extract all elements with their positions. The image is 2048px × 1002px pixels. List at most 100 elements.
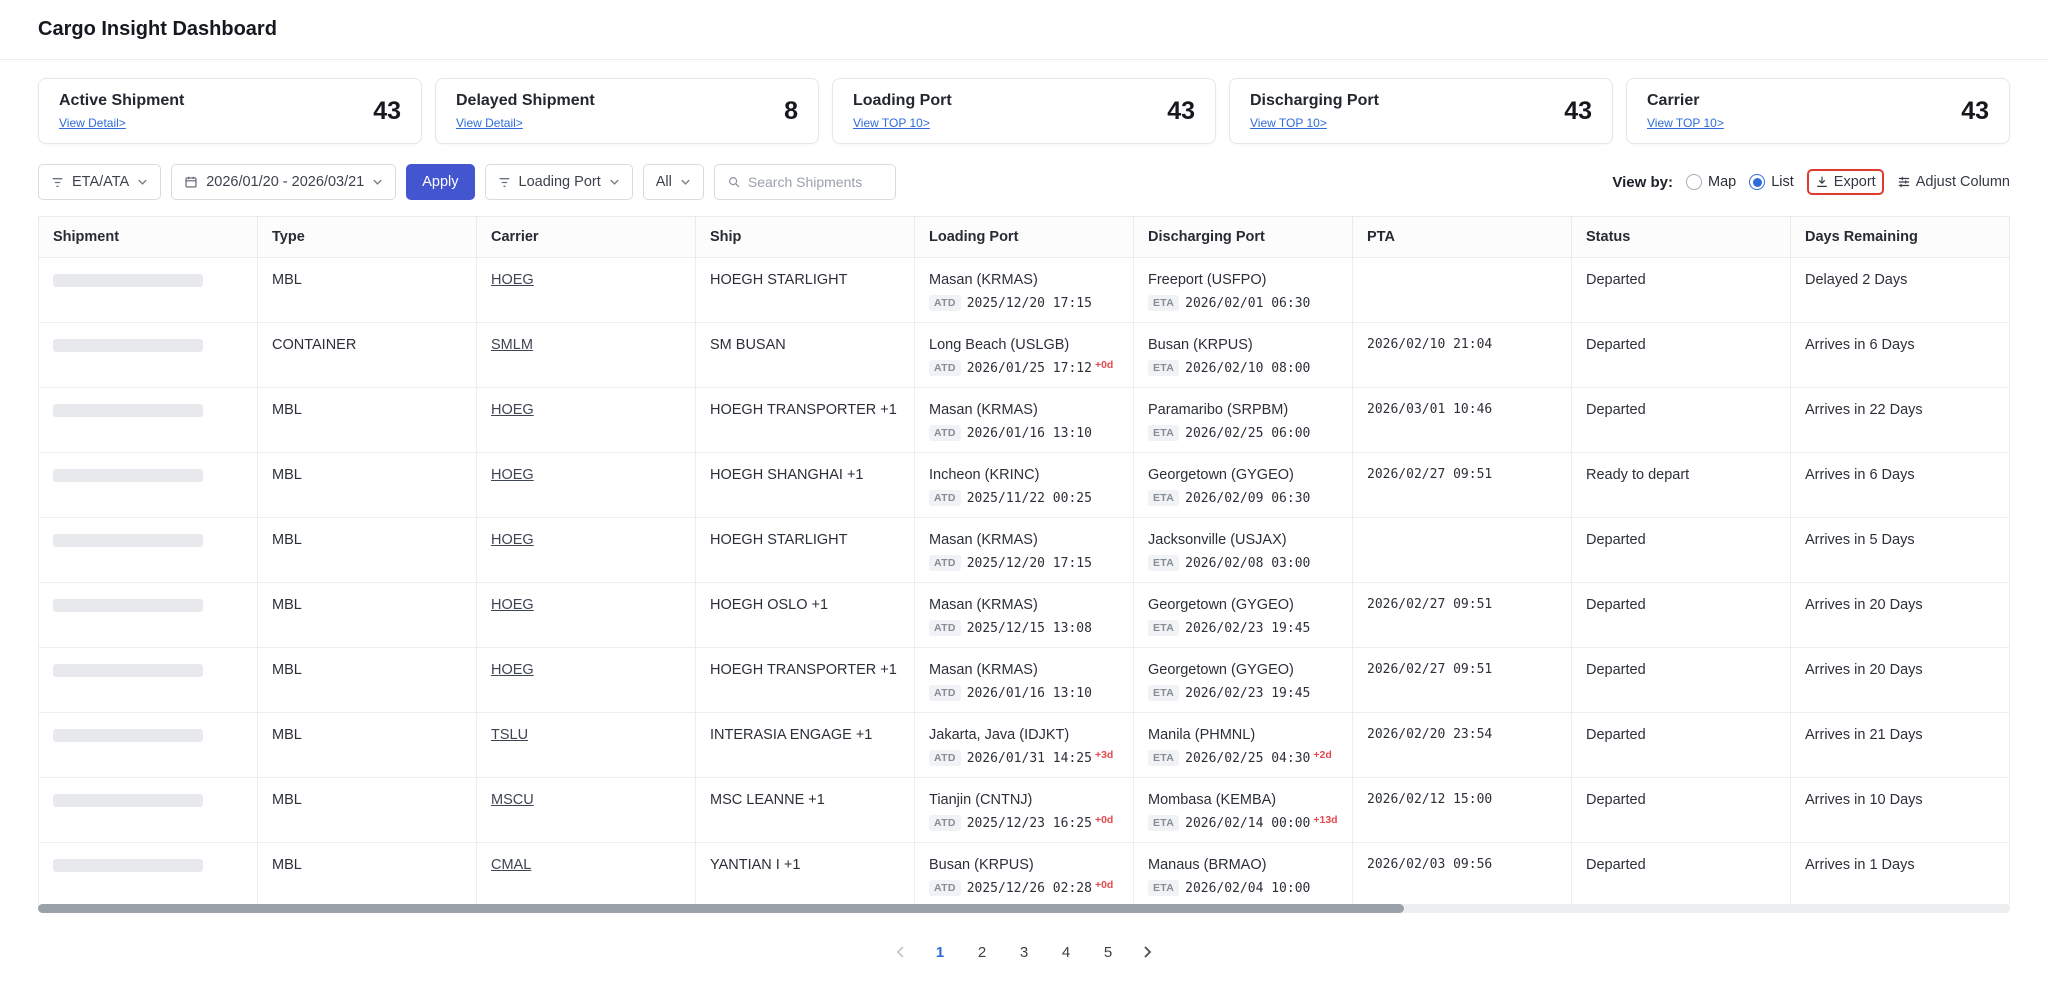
column-header-days-remaining: Days Remaining [1790, 216, 2010, 258]
table-row[interactable]: CONTAINER SMLM SM BUSAN Long Beach (USLG… [38, 322, 2010, 388]
table-row[interactable]: MBL CMAL YANTIAN I +1 Busan (KRPUS) ATD 2… [38, 842, 2010, 908]
carrier-link[interactable]: HOEG [491, 272, 534, 288]
loading-port-cell: Masan (KRMAS) ATD 2026/01/16 13:10 [914, 387, 1134, 453]
days-remaining-cell: Arrives in 21 Days [1790, 712, 2010, 778]
loading-port-name: Masan (KRMAS) [929, 597, 1038, 613]
ship-cell: INTERASIA ENGAGE +1 [695, 712, 915, 778]
loading-delay: +0d [1094, 879, 1114, 891]
shipment-placeholder [53, 859, 203, 872]
view-detail-link[interactable]: View Detail> [456, 116, 523, 130]
previous-page-button[interactable] [885, 935, 915, 969]
pta-cell: 2026/02/20 23:54 [1352, 712, 1572, 778]
table-row[interactable]: MBL HOEG HOEGH SHANGHAI +1 Incheon (KRIN… [38, 452, 2010, 518]
shipment-placeholder [53, 664, 203, 677]
carrier-cell: HOEG [476, 582, 696, 648]
eta-badge: ETA [1148, 425, 1180, 441]
status-cell: Departed [1571, 777, 1791, 843]
carrier-link[interactable]: MSCU [491, 792, 534, 808]
column-header-ship: Ship [695, 216, 915, 258]
table-row[interactable]: MBL HOEG HOEGH OSLO +1 Masan (KRMAS) ATD… [38, 582, 2010, 648]
next-page-button[interactable] [1133, 935, 1163, 969]
loading-delay: +0d [1094, 359, 1114, 371]
view-top10-link[interactable]: View TOP 10> [853, 116, 930, 130]
eta-badge: ETA [1148, 880, 1180, 896]
adjust-column-icon [1898, 176, 1909, 188]
adjust-column-label: Adjust Column [1915, 174, 2010, 190]
atd-badge: ATD [929, 555, 961, 571]
shipment-cell [38, 647, 258, 713]
horizontal-scrollbar-track[interactable] [38, 904, 2010, 913]
ship-cell: SM BUSAN [695, 322, 915, 388]
date-range-picker[interactable]: 2026/01/20 - 2026/03/21 [171, 164, 397, 200]
discharging-port-name: Georgetown (GYGEO) [1148, 467, 1294, 483]
eta-badge: ETA [1148, 295, 1180, 311]
atd-badge: ATD [929, 685, 961, 701]
page-button-3[interactable]: 3 [1007, 935, 1041, 969]
pagination: 12345 [0, 935, 2048, 969]
discharging-datetime: 2026/02/08 03:00 [1185, 556, 1311, 571]
horizontal-scrollbar-thumb[interactable] [38, 904, 1404, 913]
loading-port-name: Busan (KRPUS) [929, 857, 1034, 873]
carrier-link[interactable]: HOEG [491, 532, 534, 548]
carrier-link[interactable]: HOEG [491, 597, 534, 613]
table-row[interactable]: MBL HOEG HOEGH TRANSPORTER +1 Masan (KRM… [38, 647, 2010, 713]
discharging-port-name: Paramaribo (SRPBM) [1148, 402, 1289, 418]
loading-port-name: Incheon (KRINC) [929, 467, 1040, 483]
calendar-icon [185, 176, 197, 188]
column-header-loading-port: Loading Port [914, 216, 1134, 258]
eta-ata-label: ETA/ATA [72, 174, 130, 190]
view-top10-link[interactable]: View TOP 10> [1250, 116, 1327, 130]
search-icon [728, 177, 740, 188]
carrier-link[interactable]: HOEG [491, 402, 534, 418]
days-remaining-cell: Arrives in 22 Days [1790, 387, 2010, 453]
loading-port-cell: Long Beach (USLGB) ATD 2026/01/25 17:12 +0… [914, 322, 1134, 388]
radio-unchecked-icon [1685, 174, 1702, 190]
export-button[interactable]: Export [1815, 174, 1876, 190]
status-cell: Departed [1571, 842, 1791, 908]
card-discharging-port: Discharging Port View TOP 10> 43 [1229, 78, 1613, 144]
days-remaining-cell: Arrives in 20 Days [1790, 582, 2010, 648]
table-row[interactable]: MBL MSCU MSC LEANNE +1 Tianjin (CNTNJ) A… [38, 777, 2010, 843]
loading-port-cell: Masan (KRMAS) ATD 2025/12/15 13:08 [914, 582, 1134, 648]
column-header-type: Type [257, 216, 477, 258]
page-button-5[interactable]: 5 [1091, 935, 1125, 969]
page-button-2[interactable]: 2 [965, 935, 999, 969]
discharging-datetime: 2026/02/04 10:00 [1185, 881, 1311, 896]
adjust-column-button[interactable]: Adjust Column [1897, 174, 2010, 190]
pta-cell [1352, 257, 1572, 323]
discharging-datetime: 2026/02/01 06:30 [1185, 296, 1311, 311]
table-header-row: Shipment Type Carrier Ship Loading Port … [38, 216, 2010, 258]
shipment-placeholder [53, 599, 203, 612]
pta-cell: 2026/02/27 09:51 [1352, 582, 1572, 648]
search-input[interactable] [747, 174, 883, 190]
type-cell: MBL [257, 582, 477, 648]
carrier-link[interactable]: SMLM [491, 337, 533, 353]
loading-port-dropdown[interactable]: Loading Port [484, 164, 633, 200]
all-dropdown[interactable]: All [642, 164, 704, 200]
table-row[interactable]: MBL HOEG HOEGH TRANSPORTER +1 Masan (KRM… [38, 387, 2010, 453]
carrier-link[interactable]: HOEG [491, 467, 534, 483]
ship-cell: YANTIAN I +1 [695, 842, 915, 908]
eta-ata-dropdown[interactable]: ETA/ATA [38, 164, 162, 200]
pta-cell: 2026/02/27 09:51 [1352, 452, 1572, 518]
card-label: Active Shipment [59, 92, 185, 109]
list-radio[interactable]: List [1749, 174, 1794, 190]
card-delayed-shipment: Delayed Shipment View Detail> 8 [435, 78, 819, 144]
loading-datetime: 2025/11/22 00:25 [966, 491, 1092, 506]
carrier-link[interactable]: HOEG [491, 662, 534, 678]
loading-port-name: Masan (KRMAS) [929, 402, 1038, 418]
carrier-link[interactable]: TSLU [491, 727, 528, 743]
page-button-1[interactable]: 1 [923, 935, 957, 969]
search-box[interactable] [713, 164, 896, 200]
table-row[interactable]: MBL HOEG HOEGH STARLIGHT Masan (KRMAS) A… [38, 517, 2010, 583]
table-row[interactable]: MBL HOEG HOEGH STARLIGHT Masan (KRMAS) A… [38, 257, 2010, 323]
table-row[interactable]: MBL TSLU INTERASIA ENGAGE +1 Jakarta, Ja… [38, 712, 2010, 778]
view-top10-link[interactable]: View TOP 10> [1647, 116, 1724, 130]
carrier-link[interactable]: CMAL [491, 857, 531, 873]
map-radio[interactable]: Map [1685, 174, 1736, 190]
column-header-shipment: Shipment [38, 216, 258, 258]
view-detail-link[interactable]: View Detail> [59, 116, 126, 130]
apply-button[interactable]: Apply [406, 164, 475, 200]
page-button-4[interactable]: 4 [1049, 935, 1083, 969]
discharging-delay: +2d [1313, 749, 1332, 761]
